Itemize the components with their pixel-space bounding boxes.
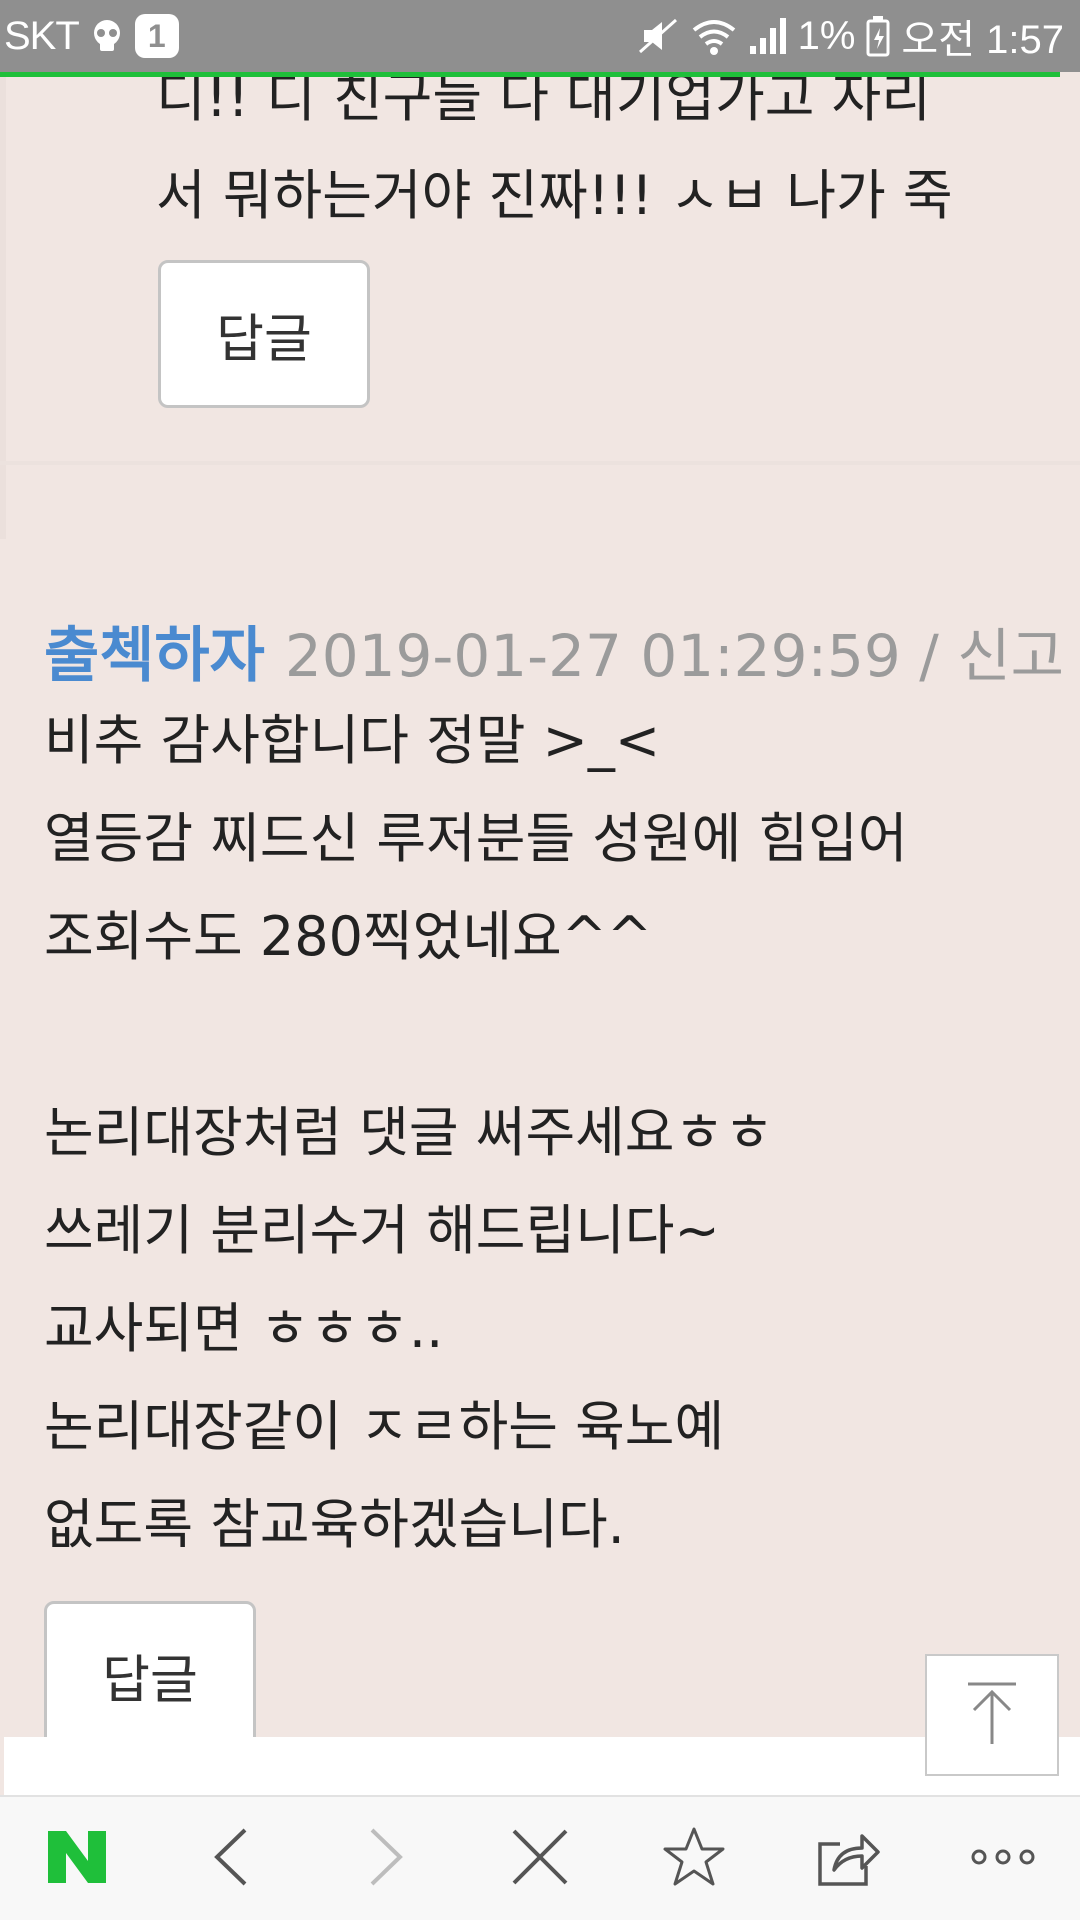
reply-button[interactable]: 답글: [158, 260, 370, 408]
browser-bottom-bar: [0, 1795, 1080, 1920]
chevron-left-icon: [211, 1826, 251, 1892]
skull-icon: [89, 18, 125, 54]
comment-line-blank: [44, 986, 908, 1084]
status-left: SKT 1: [4, 0, 179, 72]
close-button[interactable]: [480, 1799, 600, 1919]
comment-line: 교사되면 ㅎㅎㅎ..: [44, 1297, 444, 1360]
comment: 출첵하자 2019-01-27 01:29:59 / 신고 비추 감사합니다 정…: [0, 467, 1080, 1795]
back-button[interactable]: [171, 1799, 291, 1919]
status-bar: SKT 1 1% 오전 1:57: [0, 0, 1080, 72]
meta-divider: /: [900, 622, 958, 690]
bookmark-button[interactable]: [634, 1799, 754, 1919]
share-icon: [816, 1826, 882, 1892]
more-button[interactable]: [943, 1799, 1063, 1919]
mute-icon: [636, 14, 680, 58]
naver-n-icon: [46, 1829, 108, 1889]
notification-badge: 1: [134, 14, 179, 58]
next-comment-edge: [4, 1737, 1080, 1795]
comment-line: 논리대장처럼 댓글 써주세요ㅎㅎ: [44, 1101, 774, 1164]
comment-line: 디!! 디 친구들 다 대기업가고 자리: [156, 77, 931, 129]
nested-comment-body: 디!! 디 친구들 다 대기업가고 자리 서 뭐하는거야 진짜!!! ㅅㅂ 나가…: [156, 77, 953, 245]
comment-meta: 2019-01-27 01:29:59 / 신고: [285, 609, 1064, 693]
comment-divider: [0, 461, 1080, 465]
comment-author[interactable]: 출첵하자: [44, 607, 265, 694]
wifi-icon: [690, 14, 738, 58]
star-icon: [662, 1826, 726, 1892]
arrow-up-to-top-icon: [962, 1678, 1022, 1752]
more-dots-icon: [970, 1847, 1036, 1871]
scroll-to-top-button[interactable]: [925, 1654, 1059, 1776]
chevron-right-icon: [366, 1826, 406, 1892]
comment-line: 비추 감사합니다 정말 >_<: [44, 709, 661, 772]
battery-icon: [865, 14, 891, 58]
comment-datetime: 2019-01-27 01:29:59: [284, 622, 901, 690]
status-right: 1% 오전 1:57: [636, 0, 1064, 72]
clock: 오전 1:57: [901, 18, 1064, 62]
signal-icon: [748, 14, 788, 58]
close-icon: [510, 1827, 570, 1891]
carrier-label: SKT: [4, 13, 80, 58]
comment-list[interactable]: 디!! 디 친구들 다 대기업가고 자리 서 뭐하는거야 진짜!!! ㅅㅂ 나가…: [0, 77, 1080, 1795]
page-load-progress: [0, 72, 1060, 77]
naver-home-button[interactable]: [17, 1799, 137, 1919]
comment-line: 서 뭐하는거야 진짜!!! ㅅㅂ 나가 죽: [156, 164, 953, 227]
comment-header: 출첵하자 2019-01-27 01:29:59 / 신고: [44, 607, 1064, 694]
comment-line: 없도록 참교육하겠습니다.: [44, 1493, 625, 1556]
comment-line: 열등감 찌드신 루저분들 성원에 힘입어: [44, 807, 908, 870]
forward-button[interactable]: [326, 1799, 446, 1919]
comment-body: 비추 감사합니다 정말 >_< 열등감 찌드신 루저분들 성원에 힘입어 조회수…: [44, 692, 908, 1574]
battery-percent: 1%: [797, 13, 856, 58]
comment-line: 쓰레기 분리수거 해드립니다~: [44, 1199, 720, 1262]
reply-button[interactable]: 답글: [44, 1601, 256, 1749]
share-button[interactable]: [789, 1799, 909, 1919]
comment-line: 조회수도 280찍었네요^^: [44, 905, 653, 968]
report-link[interactable]: 신고: [957, 622, 1064, 690]
comment-line: 논리대장같이 ㅈㄹ하는 육노예: [44, 1395, 725, 1458]
